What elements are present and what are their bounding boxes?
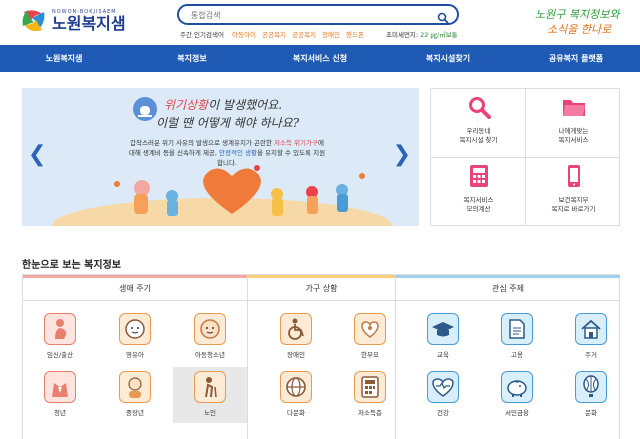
globe-icon (280, 371, 312, 403)
quick-item-bokjiro-link[interactable]: 보건복지부 복지로 바로가기 (526, 158, 621, 227)
popular-keyword[interactable]: 공공복지 (262, 31, 286, 39)
slogan: 노원구 복지정보와 소식을 한나로 (533, 4, 623, 38)
nav-item-welfare-info[interactable]: 복지정보 (128, 45, 256, 72)
document-icon (501, 313, 533, 345)
calculator-icon (354, 371, 386, 403)
tile-multicultural[interactable]: 다문화 (259, 367, 333, 423)
single-parent-icon (354, 313, 386, 345)
banner-prev-arrow-icon[interactable]: ❮ (28, 144, 46, 166)
tile-housing[interactable]: 주거 (554, 309, 628, 365)
search-icon[interactable] (437, 9, 449, 24)
tile-single-parent[interactable]: 한부모 (333, 309, 407, 365)
nav-item-facility-search[interactable]: 복지시설찾기 (384, 45, 512, 72)
tile-young-adult[interactable]: 청년 (23, 367, 97, 423)
section-title: 한눈으로 보는 복지정보 (22, 260, 121, 271)
main-banner[interactable]: ❮ ❯ 위기상황이 발생했어요. 이럴 땐 어떻게 해야 하나요? 갑작스러운 … (22, 88, 419, 226)
wheelchair-icon (280, 313, 312, 345)
search-box[interactable] (177, 4, 459, 25)
main-nav: 노원복지샘 복지정보 복지서비스 신청 복지시설찾기 공유복지 플랫폼 (0, 45, 640, 72)
tile-health[interactable]: 건강 (406, 367, 480, 423)
piggy-bank-icon (501, 371, 533, 403)
slogan-line1: 노원구 복지정보와 (535, 8, 620, 21)
house-icon (575, 313, 607, 345)
quick-menu: 우리동네 복지시설 찾기 나에게맞는 복지서비스 복지서비스 모의계산 보건복지부 복지… (430, 88, 620, 226)
nav-item-shared-platform[interactable]: 공유복지 플랫폼 (512, 45, 640, 72)
nav-item-service-apply[interactable]: 복지서비스 신청 (256, 45, 384, 72)
tile-infant[interactable]: 영유아 (98, 309, 172, 365)
slogan-line2: 소식을 한나로 (547, 23, 612, 36)
popular-keyword[interactable]: 공공복지 (292, 31, 316, 39)
dust-value: 22 ㎍/㎥보통 (420, 31, 458, 39)
search-input[interactable] (191, 9, 431, 21)
popular-label: 주간 인기검색어 (180, 31, 224, 39)
tile-pregnancy[interactable]: 임신/출산 (23, 309, 97, 365)
phone-icon (562, 164, 586, 188)
site-header: NOWON-BOKJISAEM 노원복지샘 주간 인기검색어 아동아이 공공복지… (0, 0, 640, 45)
welfare-category-box: 생애 주기 가구 상황 관심 주제 임신/출산 영유아 아동청소년 청년 중장년… (22, 274, 620, 439)
graduation-cap-icon (427, 313, 459, 345)
popular-keywords: 주간 인기검색어 아동아이 공공복지 공공복지 장애인 핸드폰 (180, 29, 368, 39)
young-adult-icon (44, 371, 76, 403)
tile-culture[interactable]: 문화 (554, 367, 628, 423)
tile-employment[interactable]: 고용 (480, 309, 554, 365)
banner-headline-rest: 이 발생했어요. (208, 98, 283, 112)
popular-keyword[interactable]: 장애인 (322, 31, 340, 39)
logo-mark-icon (20, 6, 48, 34)
tile-disabled[interactable]: 장애인 (259, 309, 333, 365)
category-header-theme[interactable]: 관심 주제 (395, 275, 620, 301)
search-icon (467, 95, 491, 119)
tile-middle-aged[interactable]: 중장년 (98, 367, 172, 423)
popular-keyword[interactable]: 핸드폰 (346, 31, 364, 39)
tile-children-youth[interactable]: 아동청소년 (173, 309, 247, 365)
infant-icon (119, 313, 151, 345)
popular-keyword[interactable]: 아동아이 (232, 31, 256, 39)
banner-headline-2: 이럴 땐 어떻게 해야 하나요? (156, 116, 300, 130)
quick-item-facility-search[interactable]: 우리동네 복지시설 찾기 (431, 89, 526, 158)
category-header-household[interactable]: 가구 상황 (247, 275, 395, 301)
tile-finance[interactable]: 서민금융 (480, 367, 554, 423)
quick-item-calculator[interactable]: 복지서비스 모의계산 (431, 158, 526, 227)
category-header-life-cycle[interactable]: 생애 주기 (23, 275, 247, 301)
fine-dust-status: 초미세먼지: 22 ㎍/㎥보통 (386, 29, 458, 39)
siren-icon (132, 96, 158, 122)
quick-item-my-services[interactable]: 나에게맞는 복지서비스 (526, 89, 621, 158)
banner-description: 갑작스러운 위기 사유의 발생으로 생계유지가 곤란한 저소득 위기가구에 대해… (128, 139, 326, 167)
senior-icon (194, 371, 226, 403)
tile-low-income[interactable]: 저소득층 (333, 367, 407, 423)
balloon-icon (575, 371, 607, 403)
folder-icon (562, 95, 586, 119)
site-logo[interactable]: NOWON-BOKJISAEM 노원복지샘 (20, 6, 126, 34)
heart-pulse-icon (427, 371, 459, 403)
banner-headline: 위기상황이 발생했어요. (164, 96, 282, 113)
calculator-icon (467, 164, 491, 188)
dust-label: 초미세먼지: (386, 31, 419, 39)
tile-education[interactable]: 교육 (406, 309, 480, 365)
tile-senior[interactable]: 노인 (173, 367, 247, 423)
pregnancy-icon (44, 313, 76, 345)
child-icon (194, 313, 226, 345)
middle-aged-icon (119, 371, 151, 403)
banner-next-arrow-icon[interactable]: ❯ (393, 144, 411, 166)
logo-title: 노원복지샘 (52, 13, 126, 33)
nav-item-home[interactable]: 노원복지샘 (0, 45, 128, 72)
banner-headline-emphasis: 위기상황 (164, 98, 209, 112)
